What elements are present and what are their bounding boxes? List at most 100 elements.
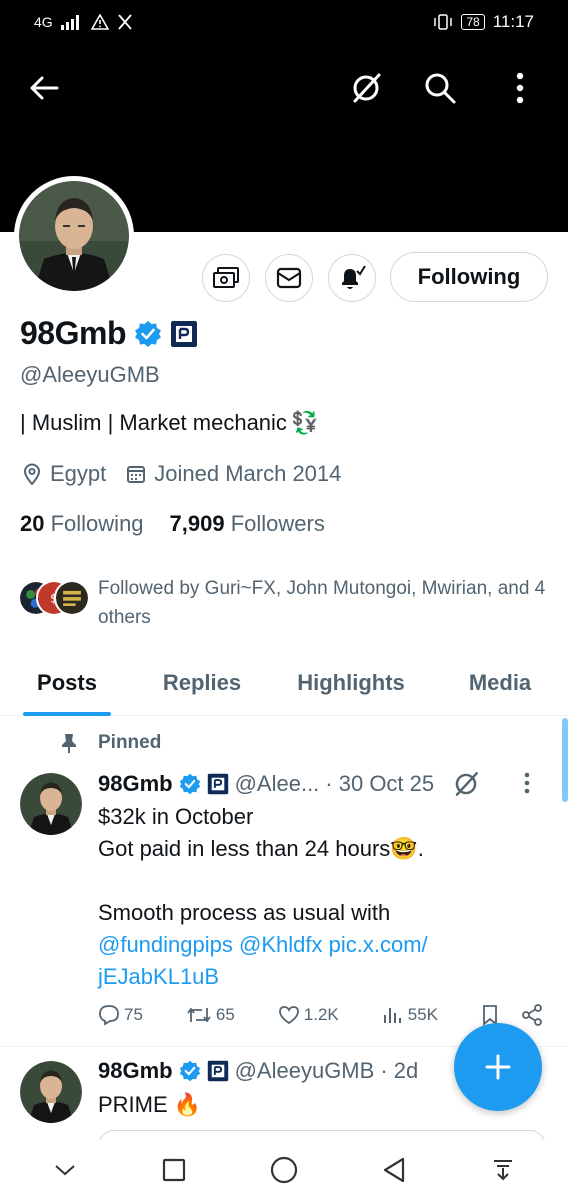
message-button[interactable] <box>265 254 313 302</box>
tweet-text[interactable]: PRIME 🔥 <box>98 1092 201 1118</box>
search-button[interactable] <box>418 66 462 110</box>
square-icon <box>163 1158 186 1182</box>
repost-button[interactable]: 65 <box>186 1004 235 1026</box>
more-vertical-icon <box>516 72 524 104</box>
following-button[interactable]: Following <box>390 252 548 302</box>
money-icon <box>213 267 239 288</box>
location-text: Egypt <box>50 461 107 486</box>
nav-collapse-button[interactable] <box>43 1148 87 1192</box>
pinned-indicator: Pinned <box>58 732 161 754</box>
location-icon <box>23 463 41 485</box>
tweet-author-handle[interactable]: @Alee... <box>235 771 320 797</box>
tweet-more-button[interactable] <box>524 772 530 799</box>
triangle-back-icon <box>383 1157 404 1183</box>
warning-icon <box>90 14 109 30</box>
follow-stats: 20 Following 7,909 Followers <box>20 511 325 537</box>
status-left: 4G <box>34 14 133 30</box>
tweet-text[interactable]: $32k in October Got paid in less than 24… <box>98 801 498 993</box>
tab-highlights[interactable]: Highlights <box>270 650 432 716</box>
tweet-author-handle[interactable]: @AleeyuGMB <box>235 1058 375 1084</box>
grok-icon <box>353 73 381 103</box>
tweet-line-text: Got paid in less than 24 hours <box>98 836 391 861</box>
media-link[interactable]: pic.x.com/ <box>329 932 428 957</box>
reply-button[interactable]: 75 <box>98 1004 143 1026</box>
grok-icon[interactable] <box>452 770 480 798</box>
network-label: 4G <box>34 14 53 30</box>
status-right: 78 11:17 <box>433 12 534 32</box>
views-button[interactable]: 55K <box>382 1005 438 1025</box>
profile-avatar[interactable] <box>14 176 134 296</box>
affiliate-badge-icon[interactable] <box>170 320 198 348</box>
nav-back-button[interactable] <box>372 1148 416 1192</box>
tab-indicator <box>23 712 111 716</box>
following-stat[interactable]: 20 Following <box>20 511 144 537</box>
followed-by-text: Followed by Guri~FX, John Mutongoi, Mwir… <box>98 578 546 628</box>
mention-link[interactable]: @Khldfx <box>239 932 322 957</box>
bell-check-icon <box>342 265 366 289</box>
followers-stat[interactable]: 7,909 Followers <box>170 511 325 537</box>
calendar-icon <box>127 466 146 483</box>
tweet-line: Smooth process as usual with <box>98 900 391 925</box>
x-logo-icon <box>118 14 132 30</box>
signal-icon <box>60 15 79 30</box>
media-link-cont[interactable]: jEJabKL1uB <box>98 961 498 993</box>
tweet-links: @fundingpips @Khldfx pic.x.com/ <box>98 929 498 961</box>
scrollbar[interactable] <box>562 718 568 802</box>
tweet-line-2: Got paid in less than 24 hours🤓. <box>98 833 498 865</box>
profile-meta: Egypt Joined March 2014 <box>22 461 341 487</box>
compose-button[interactable] <box>454 1023 542 1111</box>
battery-level: 78 <box>461 14 485 30</box>
tab-media[interactable]: Media <box>432 650 568 716</box>
nav-download-button[interactable] <box>481 1148 525 1192</box>
tab-label: Replies <box>162 670 242 695</box>
clock: 11:17 <box>492 12 534 31</box>
tweet-date[interactable]: · 30 Oct 25 <box>325 771 434 797</box>
mention-link[interactable]: @fundingpips <box>98 932 233 957</box>
tweet-avatar[interactable] <box>20 1061 82 1123</box>
follower-avatars: $ <box>18 580 90 622</box>
tab-posts[interactable]: Posts <box>0 650 134 716</box>
tweet-author-name[interactable]: 98Gmb <box>98 1058 173 1084</box>
status-bar: 4G 78 11:17 <box>0 0 568 44</box>
vibrate-icon <box>434 14 453 30</box>
tweet-emoji: 🔥 <box>173 1092 202 1117</box>
heart-icon <box>278 1006 299 1025</box>
avatar-image <box>19 181 129 291</box>
tweet-line: $32k in October <box>98 804 254 829</box>
tab-replies[interactable]: Replies <box>134 650 270 716</box>
tweet-spacer <box>98 865 498 897</box>
grok-button[interactable] <box>344 66 388 110</box>
affiliate-badge-icon <box>207 1060 228 1082</box>
like-button[interactable]: 1.2K <box>278 1005 339 1025</box>
views-count: 55K <box>407 1005 438 1024</box>
notifications-button[interactable] <box>328 254 376 302</box>
follower-avatar <box>54 580 90 616</box>
tweet-author-name[interactable]: 98Gmb <box>98 771 173 797</box>
nav-recents-button[interactable] <box>152 1148 196 1192</box>
reply-icon <box>99 1005 119 1026</box>
tweet-emoji: 🤓 <box>390 836 418 861</box>
bio-emoji: 💱 <box>290 410 319 435</box>
download-icon <box>494 1160 513 1181</box>
verified-badge-icon <box>179 1060 200 1082</box>
tweet-avatar[interactable] <box>20 773 82 835</box>
followers-count: 7,909 <box>169 511 225 536</box>
plus-icon <box>485 1054 511 1080</box>
profile-handle: @AleeyuGMB <box>20 362 160 387</box>
subscribe-button[interactable] <box>202 254 250 302</box>
following-label: Following <box>50 511 144 536</box>
pinned-label: Pinned <box>98 732 162 753</box>
verified-badge-icon <box>179 773 200 795</box>
more-options-button[interactable] <box>498 66 542 110</box>
back-button[interactable] <box>22 66 66 110</box>
verified-badge-icon[interactable] <box>134 320 162 348</box>
system-nav-bar <box>0 1140 568 1200</box>
tweet-date[interactable]: · 2d <box>380 1058 418 1084</box>
repost-icon <box>187 1007 211 1023</box>
followers-label: Followers <box>230 511 325 536</box>
nav-home-button[interactable] <box>262 1148 306 1192</box>
profile-bio: | Muslim | Market mechanic 💱 <box>20 410 318 436</box>
share-icon[interactable] <box>521 1004 543 1026</box>
repost-count: 65 <box>215 1005 235 1024</box>
followed-by[interactable]: $ Followed by Guri~FX, John Mutongoi, Mw… <box>18 574 548 632</box>
